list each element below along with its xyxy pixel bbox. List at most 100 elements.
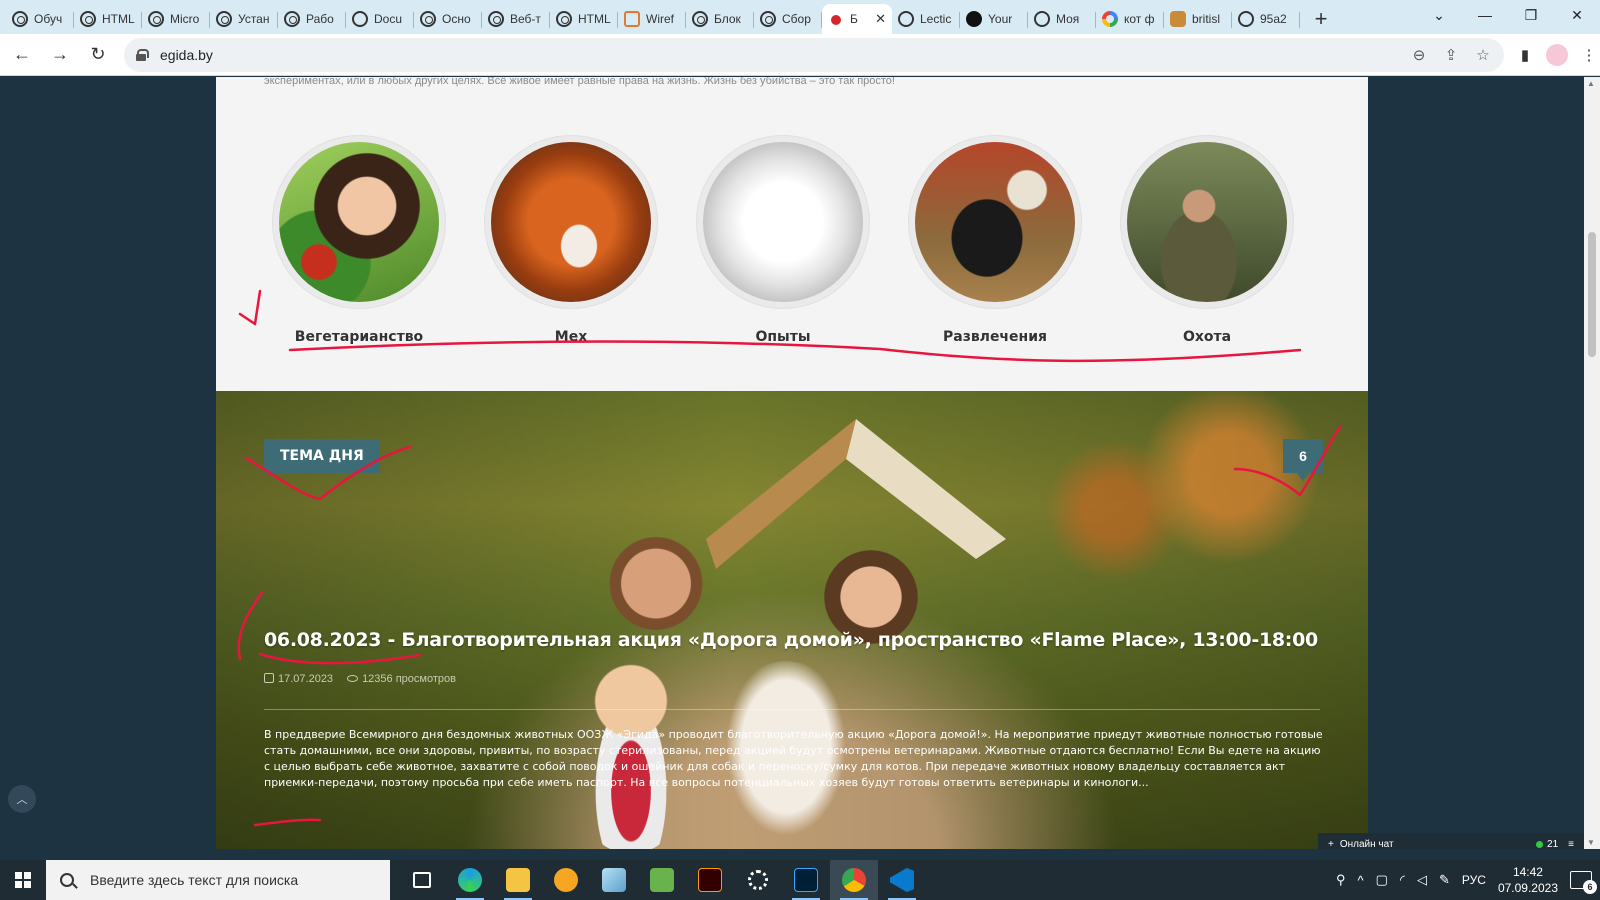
clock[interactable]: 14:42 07.09.2023 <box>1498 864 1558 896</box>
browser-tab[interactable]: HTML <box>550 4 618 34</box>
category-experiments[interactable]: Опыты <box>696 135 870 345</box>
clock-date[interactable]: 07.09.2023 <box>1498 880 1558 896</box>
input-language[interactable]: РУС <box>1462 873 1486 887</box>
search-placeholder[interactable]: Введите здесь текст для поиска <box>90 872 298 888</box>
tab-label[interactable]: 95a2 <box>1260 12 1287 26</box>
url-text[interactable]: egida.by <box>160 47 213 63</box>
category-hunting[interactable]: Охота <box>1120 135 1294 345</box>
close-window-button[interactable]: ✕ <box>1554 0 1600 30</box>
address-bar[interactable]: egida.by ⊖ ⇪ ☆ <box>124 37 1504 72</box>
tab-label[interactable]: Веб-т <box>510 12 541 26</box>
fox-photo[interactable] <box>491 142 651 302</box>
browser-tab[interactable]: Wiref <box>618 4 686 34</box>
side-panel-icon[interactable]: ▮ <box>1514 44 1536 66</box>
app-icon[interactable] <box>590 860 638 900</box>
pen-icon[interactable]: ✎ <box>1439 872 1450 888</box>
tab-label[interactable]: Docu <box>374 12 402 26</box>
lock-icon[interactable] <box>136 48 149 61</box>
category-entertainment[interactable]: Развлечения <box>908 135 1082 345</box>
settings-gear-icon[interactable] <box>734 860 782 900</box>
browser-tab[interactable]: HTML <box>74 4 142 34</box>
browser-tab[interactable]: Б ✕ <box>822 4 892 34</box>
tab-label[interactable]: Micro <box>170 12 199 26</box>
browser-tab[interactable]: Micro <box>142 4 210 34</box>
file-explorer-icon[interactable] <box>494 860 542 900</box>
people-icon[interactable]: ⚲ <box>1336 872 1346 888</box>
zoom-icon[interactable]: ⊖ <box>1408 44 1430 66</box>
chevron-up-icon[interactable]: ^ <box>1358 873 1364 888</box>
topic-of-day-badge[interactable]: ТЕМА ДНЯ <box>264 439 380 473</box>
forward-button[interactable]: → <box>44 39 76 71</box>
tab-label[interactable]: Блок <box>714 12 741 26</box>
category-label[interactable]: Развлечения <box>908 329 1082 345</box>
reload-button[interactable]: ↻ <box>82 39 114 71</box>
tab-label[interactable]: Обуч <box>34 12 62 26</box>
browser-tab[interactable]: кот ф <box>1096 4 1164 34</box>
tab-label[interactable]: Сбор <box>782 12 811 26</box>
browser-tab[interactable]: Сбор <box>754 4 822 34</box>
notifications-icon[interactable]: 6 <box>1570 871 1597 894</box>
category-label[interactable]: Охота <box>1120 329 1294 345</box>
rat-photo[interactable] <box>703 142 863 302</box>
share-icon[interactable]: ⇪ <box>1440 44 1462 66</box>
clock-time[interactable]: 14:42 <box>1498 864 1558 880</box>
browser-tab[interactable]: Docu <box>346 4 414 34</box>
start-button[interactable] <box>0 860 46 900</box>
bullfight-photo[interactable] <box>915 142 1075 302</box>
chat-menu-icon[interactable]: ≡ <box>1568 839 1574 850</box>
category-label[interactable]: Опыты <box>696 329 870 345</box>
photoshop-icon[interactable] <box>782 860 830 900</box>
notepad-icon[interactable] <box>638 860 686 900</box>
device-icon[interactable]: ▢ <box>1376 872 1388 888</box>
close-tab-icon[interactable]: ✕ <box>875 11 886 27</box>
new-tab-button[interactable]: + <box>1304 4 1338 34</box>
tab-label[interactable]: HTML <box>578 12 611 26</box>
vscode-icon[interactable] <box>878 860 926 900</box>
browser-tab[interactable]: Устан <box>210 4 278 34</box>
tab-label[interactable]: Б <box>850 12 858 26</box>
menu-icon[interactable]: ⋮ <box>1578 44 1600 66</box>
tab-label[interactable]: Моя <box>1056 12 1079 26</box>
browser-tab[interactable]: Lectic <box>892 4 960 34</box>
category-label[interactable]: Вегетарианство <box>272 329 446 345</box>
illustrator-icon[interactable] <box>686 860 734 900</box>
tab-label[interactable]: Wiref <box>646 12 674 26</box>
tab-label[interactable]: кот ф <box>1124 12 1155 26</box>
taskbar-search[interactable]: Введите здесь текст для поиска <box>46 860 390 900</box>
restore-button[interactable]: ❐ <box>1508 0 1554 30</box>
chat-label[interactable]: Онлайн чат <box>1340 839 1394 850</box>
category-label[interactable]: Мех <box>484 329 658 345</box>
tab-search-icon[interactable]: ⌄ <box>1416 0 1462 30</box>
article-title[interactable]: 06.08.2023 - Благотворительная акция «До… <box>264 629 1318 651</box>
browser-tab[interactable]: britisl <box>1164 4 1232 34</box>
back-button[interactable]: ← <box>6 39 38 71</box>
chrome-icon[interactable] <box>830 860 878 900</box>
tab-label[interactable]: Рабо <box>306 12 334 26</box>
scroll-to-top-button[interactable]: ︿ <box>8 785 36 813</box>
task-view-icon[interactable] <box>398 860 446 900</box>
featured-article[interactable]: ТЕМА ДНЯ 6 06.08.2023 - Благотворительна… <box>216 391 1368 849</box>
browser-tab[interactable]: Веб-т <box>482 4 550 34</box>
page-scrollbar[interactable]: ▲ ▼ <box>1584 77 1600 849</box>
browser-tab[interactable]: Рабо <box>278 4 346 34</box>
minimize-button[interactable]: — <box>1462 0 1508 30</box>
browser-tab[interactable]: Обуч <box>6 4 74 34</box>
browser-tab[interactable]: Блок <box>686 4 754 34</box>
bookmark-star-icon[interactable]: ☆ <box>1472 44 1494 66</box>
category-fur[interactable]: Мех <box>484 135 658 345</box>
tab-label[interactable]: Осно <box>442 12 471 26</box>
tab-label[interactable]: Lectic <box>920 12 951 26</box>
scroll-up-arrow[interactable]: ▲ <box>1587 79 1595 88</box>
browser-tab[interactable]: Осно <box>414 4 482 34</box>
edge-icon[interactable] <box>446 860 494 900</box>
vegetarian-woman-photo[interactable] <box>279 142 439 302</box>
profile-avatar[interactable] <box>1546 43 1568 66</box>
wifi-icon[interactable]: ◜ <box>1400 872 1405 888</box>
tab-label[interactable]: HTML <box>102 12 135 26</box>
browser-tab[interactable]: 95a2 <box>1232 4 1300 34</box>
online-chat-bar[interactable]: + Онлайн чат 21 ≡ <box>1318 833 1584 849</box>
browser-tab[interactable]: Моя <box>1028 4 1096 34</box>
browser-tab[interactable]: Your <box>960 4 1028 34</box>
comments-count-badge[interactable]: 6 <box>1283 439 1323 481</box>
scrollbar-thumb[interactable] <box>1588 232 1596 357</box>
